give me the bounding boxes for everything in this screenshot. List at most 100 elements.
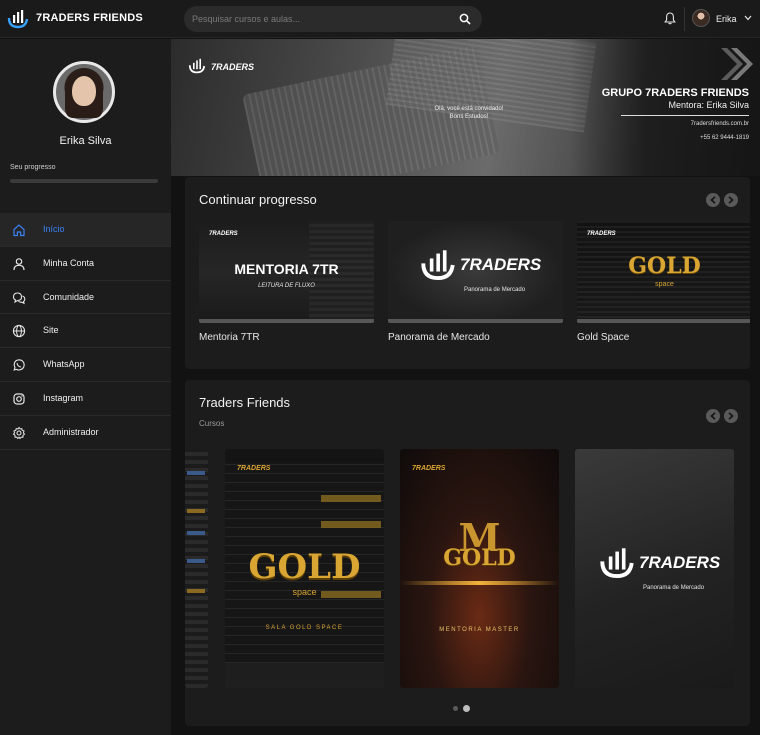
thumb-heading: GOLD (628, 253, 701, 279)
section-title: Continuar progresso (199, 192, 317, 207)
brand-logo-icon (421, 250, 455, 281)
sidebar-item-minha-conta[interactable]: Minha Conta (0, 247, 171, 281)
thumb-logo: 7RADERS (460, 255, 542, 274)
poster-logo: 7RADERS (412, 465, 446, 472)
chat-icon (12, 292, 26, 304)
search-input[interactable] (192, 6, 450, 32)
course-poster-panorama[interactable]: 7RADERS Panorama de Mercado (575, 449, 734, 688)
banner-tagline: Olá, você está convidado! Bons Estudos! (434, 106, 504, 120)
sidebar-item-label: Minha Conta (43, 257, 95, 268)
banner-site: 7radersfriends.com.br (690, 121, 749, 127)
search-box (184, 6, 482, 32)
thumb-logo: 7RADERS (587, 231, 616, 237)
pagination-dot-active[interactable] (463, 705, 470, 712)
thumb-heading: MENTORIA 7TR (234, 261, 339, 277)
banner-subtitle: Mentora: Erika Silva (668, 100, 749, 110)
course-poster-partial[interactable] (185, 449, 208, 688)
user-name[interactable]: Erika (716, 14, 737, 24)
pagination-dot[interactable] (453, 706, 458, 711)
top-bar: 7RADERS FRIENDS Erika (0, 0, 760, 38)
brand-logo-icon (188, 58, 206, 74)
main-content: 7RADERS Olá, você está convidado! Bons E… (171, 39, 760, 735)
course-thumbnail-gold-space[interactable]: 7RADERS GOLD space (577, 221, 750, 323)
poster-heading: GOLD (248, 547, 361, 587)
chevron-right-icon (728, 412, 734, 420)
instagram-icon (13, 393, 25, 405)
thumb-progress-bar (577, 319, 750, 323)
poster-glow (400, 581, 559, 585)
chevron-right-icon (728, 196, 734, 204)
carousel-next-button[interactable] (724, 409, 738, 423)
course-thumbnail-panorama[interactable]: 7RADERS Panorama de Mercado (388, 221, 563, 323)
sidebar-item-administrador[interactable]: Administrador (0, 416, 171, 450)
poster-logo: 7RADERS (639, 553, 721, 572)
sidebar-item-whatsapp[interactable]: WhatsApp (0, 348, 171, 382)
poster-detail (321, 495, 381, 502)
home-icon (13, 224, 25, 237)
profile-avatar[interactable] (53, 61, 115, 123)
thumb-progress-bar (388, 319, 563, 323)
section-subtitle: Cursos (199, 419, 225, 428)
sidebar-item-label: Administrador (43, 426, 99, 437)
banner-logo: 7RADERS (187, 56, 255, 76)
thumb-logo: 7RADERS (209, 231, 238, 237)
carousel-prev-button[interactable] (706, 409, 720, 423)
carousel-prev-button[interactable] (706, 193, 720, 207)
poster-logo: 7RADERS (237, 465, 271, 472)
course-poster-sala-gold-space[interactable]: 7RADERS GOLD space SALA GOLD SPACE (225, 449, 384, 688)
poster-caption: SALA GOLD SPACE (265, 625, 344, 631)
sidebar-item-label: WhatsApp (43, 359, 85, 370)
bell-icon[interactable] (664, 12, 676, 25)
sidebar-item-label: Início (43, 224, 65, 234)
poster-detail (187, 509, 205, 513)
thumb-subheading: space (655, 281, 674, 288)
thumb-subheading: Panorama de Mercado (464, 287, 526, 293)
chevron-left-icon (710, 412, 716, 420)
whatsapp-icon (13, 359, 25, 371)
section-title: 7raders Friends (199, 395, 291, 410)
poster-detail (187, 531, 205, 535)
banner-logo-text: 7RADERS (211, 62, 255, 72)
course-title[interactable]: Mentoria 7TR (199, 332, 260, 343)
courses-section: 7raders Friends Cursos 7RADERS GOLD spac… (185, 380, 750, 726)
sidebar: Erika Silva Seu progresso Início Minha C… (0, 39, 171, 735)
avatar[interactable] (692, 9, 710, 27)
sidebar-item-comunidade[interactable]: Comunidade (0, 281, 171, 315)
sidebar-item-label: Site (43, 325, 59, 336)
poster-subheading: Panorama de Mercado (643, 585, 705, 591)
carousel-next-button[interactable] (724, 193, 738, 207)
sidebar-nav: Início Minha Conta Comunidade Site Whats… (0, 213, 171, 450)
course-poster-mentoria-master[interactable]: 7RADERS M GOLD MENTORIA MASTER (400, 449, 559, 688)
poster-caption: MENTORIA MASTER (439, 627, 520, 633)
chevron-decoration-icon (721, 48, 753, 80)
sidebar-item-inicio[interactable]: Início (0, 213, 171, 247)
course-thumbnail-mentoria[interactable]: 7RADERS MENTORIA 7TR LEITURA DE FLUXO (199, 221, 374, 323)
poster-detail (187, 471, 205, 475)
brand-name[interactable]: 7RADERS FRIENDS (36, 12, 143, 24)
brand-logo-icon[interactable] (7, 9, 29, 29)
course-title[interactable]: Gold Space (577, 332, 629, 343)
course-title[interactable]: Panorama de Mercado (388, 332, 490, 343)
chevron-down-icon[interactable] (744, 15, 752, 21)
poster-detail (321, 521, 381, 528)
banner-phone: +55 62 9444-1819 (700, 135, 749, 141)
carousel-pagination (453, 705, 477, 714)
brand-logo-icon (600, 548, 634, 579)
banner-title: GRUPO 7RADERS FRIENDS (601, 87, 749, 99)
thumb-progress-bar (199, 319, 374, 323)
gear-icon (12, 426, 26, 440)
avatar-face (72, 76, 96, 106)
poster-detail (187, 559, 205, 563)
user-icon (13, 257, 25, 270)
poster-subheading: space (292, 587, 317, 597)
search-icon[interactable] (459, 13, 471, 25)
globe-icon (12, 325, 26, 338)
poster-heading: GOLD (443, 545, 516, 571)
sidebar-item-site[interactable]: Site (0, 314, 171, 349)
sidebar-item-instagram[interactable]: Instagram (0, 382, 171, 416)
progress-label: Seu progresso (10, 164, 56, 171)
continue-progress-section: Continuar progresso 7RADERS MENTORIA 7TR… (185, 177, 750, 369)
user-menu[interactable]: Erika (692, 9, 756, 29)
profile-name: Erika Silva (59, 135, 112, 147)
sidebar-item-label: Instagram (43, 392, 84, 403)
